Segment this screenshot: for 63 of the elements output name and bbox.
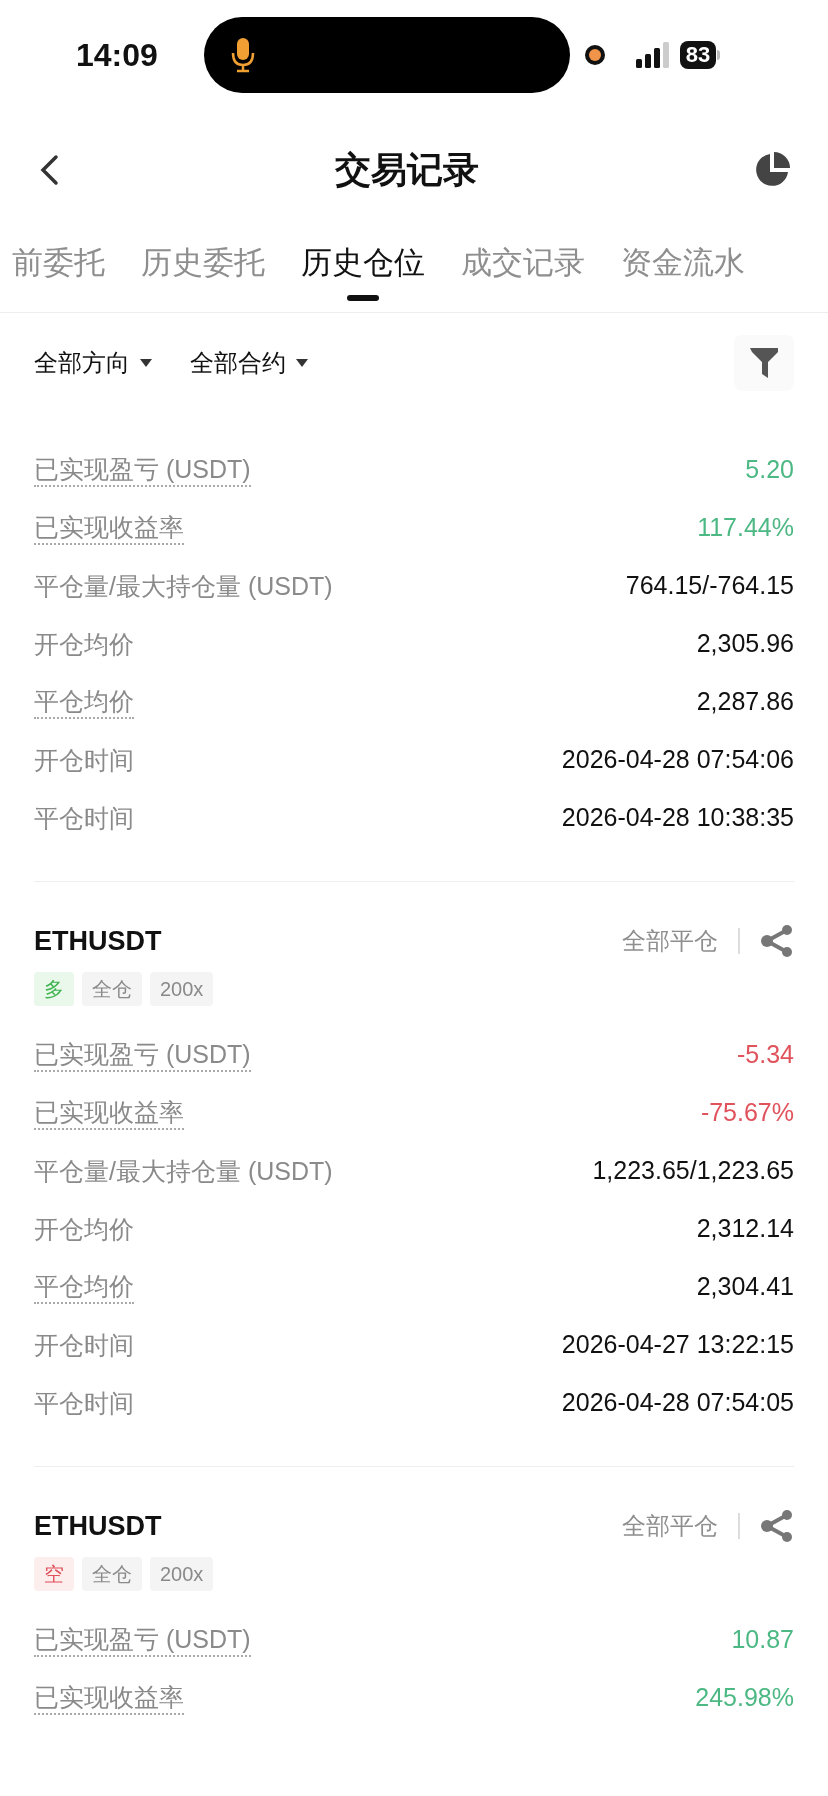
field-value: 1,223.65/1,223.65 <box>592 1155 794 1187</box>
contract-symbol: ETHUSDT <box>34 924 162 958</box>
tab[interactable]: 成交记录 <box>461 240 585 304</box>
field-label: 已实现盈亏 (USDT) <box>34 1623 251 1657</box>
close-type-label: 全部平仓 <box>622 1511 718 1541</box>
signal-icon <box>635 42 672 68</box>
field-value: 2,312.14 <box>696 1213 794 1245</box>
field-label: 开仓均价 <box>34 1214 134 1245</box>
field-label: 平仓量/最大持仓量 (USDT) <box>34 1156 333 1187</box>
recording-dot-icon <box>583 44 606 66</box>
field-value: 2026-04-27 13:22:15 <box>561 1329 794 1361</box>
field-value: 117.44% <box>697 512 794 544</box>
field-label: 平仓时间 <box>34 1388 134 1419</box>
close-type-label: 全部平仓 <box>622 926 718 956</box>
status-time: 14:09 <box>76 36 158 75</box>
field-value: 764.15/-764.15 <box>625 570 794 602</box>
field-value: 2,287.86 <box>696 686 794 718</box>
field-value: -5.34 <box>737 1039 794 1071</box>
tab[interactable]: 历史仓位 <box>301 240 425 304</box>
field-label: 开仓均价 <box>34 629 134 660</box>
field-value: 10.87 <box>731 1624 794 1656</box>
field-value: 2,304.41 <box>696 1271 794 1303</box>
contract-symbol: ETHUSDT <box>34 1509 162 1543</box>
field-label: 平仓均价 <box>34 685 134 719</box>
field-label: 已实现盈亏 (USDT) <box>34 453 251 487</box>
field-label: 开仓时间 <box>34 745 134 776</box>
tab[interactable]: 资金流水 <box>621 240 745 304</box>
tab[interactable]: 历史委托 <box>141 240 265 304</box>
microphone-icon <box>229 37 256 73</box>
field-label: 已实现收益率 <box>34 1681 184 1715</box>
funnel-icon <box>750 348 778 378</box>
pie-chart-icon[interactable] <box>754 152 790 188</box>
position-tag: 200x <box>150 1557 214 1591</box>
back-icon[interactable] <box>38 154 60 186</box>
field-label: 已实现收益率 <box>34 1096 184 1130</box>
field-value: 5.20 <box>745 454 794 486</box>
field-value: 2026-04-28 07:54:06 <box>561 744 794 776</box>
field-label: 平仓时间 <box>34 803 134 834</box>
tab[interactable]: 前委托 <box>12 240 105 304</box>
field-label: 已实现收益率 <box>34 511 184 545</box>
field-value: -75.67% <box>700 1097 794 1129</box>
battery-indicator: 83 <box>679 41 721 69</box>
filter-dropdown[interactable]: 全部合约 <box>190 345 308 381</box>
position-tag: 全仓 <box>82 1557 142 1591</box>
filter-button[interactable] <box>734 335 794 391</box>
position-tag: 200x <box>150 972 214 1006</box>
caret-icon <box>140 359 152 367</box>
field-label: 开仓时间 <box>34 1330 134 1361</box>
field-value: 2,305.96 <box>696 628 794 660</box>
field-value: 2026-04-28 10:38:35 <box>561 802 794 834</box>
share-icon[interactable] <box>760 1509 794 1543</box>
share-icon[interactable] <box>760 924 794 958</box>
field-label: 平仓均价 <box>34 1270 134 1304</box>
filter-dropdown[interactable]: 全部方向 <box>34 345 152 381</box>
field-label: 已实现盈亏 (USDT) <box>34 1038 251 1072</box>
position-tag: 多 <box>34 972 74 1006</box>
field-value: 2026-04-28 07:54:05 <box>561 1387 794 1419</box>
position-tag: 全仓 <box>82 972 142 1006</box>
caret-icon <box>296 359 308 367</box>
field-value: 245.98% <box>695 1682 794 1714</box>
field-label: 平仓量/最大持仓量 (USDT) <box>34 571 333 602</box>
page-title: 交易记录 <box>335 148 479 192</box>
position-tag: 空 <box>34 1557 74 1591</box>
